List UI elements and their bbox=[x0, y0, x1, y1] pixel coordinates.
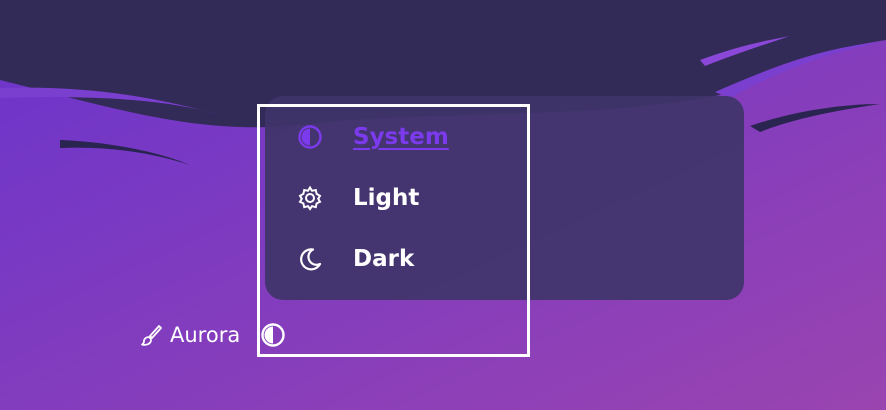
half-circle-icon bbox=[261, 323, 285, 347]
brand-label: Aurora bbox=[170, 323, 241, 347]
paintbrush-icon bbox=[138, 322, 164, 348]
theme-footer: Aurora bbox=[138, 318, 288, 352]
theme-toggle-button[interactable] bbox=[258, 320, 288, 350]
focus-highlight-box bbox=[257, 104, 530, 357]
